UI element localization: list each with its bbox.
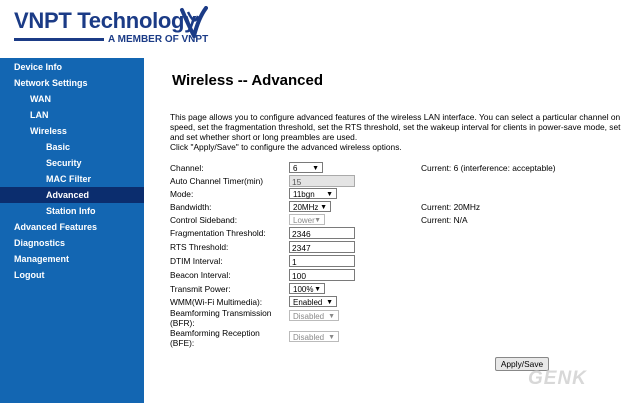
chevron-down-icon: ▼ xyxy=(314,286,321,293)
sidebar-item-advanced[interactable]: Advanced xyxy=(0,187,144,203)
description-line: speed, set the fragmentation threshold, … xyxy=(170,122,621,132)
sidebar-item-network-settings[interactable]: Network Settings xyxy=(0,75,144,91)
main-content: Wireless -- Advanced This page allows yo… xyxy=(144,58,640,403)
brand-name: VNPT Technology xyxy=(14,8,197,33)
chevron-down-icon: ▼ xyxy=(320,204,327,211)
fragmentation-threshold-input[interactable]: 2346 xyxy=(289,227,355,239)
dtim-interval-label: DTIM Interval: xyxy=(170,256,223,266)
sidebar-item-basic[interactable]: Basic xyxy=(0,139,144,155)
control-sideband-select[interactable]: Lower ▼ xyxy=(289,214,325,225)
chevron-down-icon: ▼ xyxy=(314,217,321,224)
control-sideband-label: Control Sideband: xyxy=(170,215,238,225)
bfr-label-line2: (BFR): xyxy=(170,318,195,328)
sidebar: Device Info Network Settings WAN LAN Wir… xyxy=(0,58,144,403)
page-description: This page allows you to configure advanc… xyxy=(170,112,640,152)
description-line: This page allows you to configure advanc… xyxy=(170,112,621,122)
bandwidth-label: Bandwidth: xyxy=(170,202,212,212)
bfe-label-line1: Beamforming Reception xyxy=(170,328,260,338)
rts-threshold-input[interactable]: 2347 xyxy=(289,241,355,253)
brand-underline xyxy=(14,38,104,41)
chevron-down-icon: ▼ xyxy=(328,313,335,320)
bandwidth-select[interactable]: 20MHz ▼ xyxy=(289,201,331,212)
mode-select[interactable]: 11bgn ▼ xyxy=(289,188,337,199)
mode-label: Mode: xyxy=(170,189,194,199)
transmit-power-label: Transmit Power: xyxy=(170,284,231,294)
sidebar-item-advanced-features[interactable]: Advanced Features xyxy=(0,219,144,235)
bandwidth-current: Current: 20MHz xyxy=(421,202,481,212)
channel-label: Channel: xyxy=(170,163,204,173)
sidebar-item-wan[interactable]: WAN xyxy=(0,91,144,107)
vnpt-logo-icon xyxy=(180,6,208,38)
transmit-power-select[interactable]: 100% ▼ xyxy=(289,283,325,294)
header: VNPT Technology A MEMBER OF VNPT xyxy=(0,0,640,58)
channel-select[interactable]: 6 ▼ xyxy=(289,162,323,173)
auto-channel-timer-label: Auto Channel Timer(min) xyxy=(170,176,264,186)
bfr-label-line1: Beamforming Transmission xyxy=(170,308,272,318)
sidebar-item-wireless[interactable]: Wireless xyxy=(0,123,144,139)
fragmentation-threshold-label: Fragmentation Threshold: xyxy=(170,228,266,238)
rts-threshold-label: RTS Threshold: xyxy=(170,242,229,252)
control-sideband-current: Current: N/A xyxy=(421,215,468,225)
watermark: GENK xyxy=(528,368,587,389)
bfr-select[interactable]: Disabled ▼ xyxy=(289,310,339,321)
auto-channel-timer-input[interactable]: 15 xyxy=(289,175,355,187)
description-line: and set whether short or long preambles … xyxy=(170,132,358,142)
sidebar-item-security[interactable]: Security xyxy=(0,155,144,171)
sidebar-item-diagnostics[interactable]: Diagnostics xyxy=(0,235,144,251)
description-line: Click "Apply/Save" to configure the adva… xyxy=(170,142,402,152)
sidebar-item-management[interactable]: Management xyxy=(0,251,144,267)
chevron-down-icon: ▼ xyxy=(326,191,333,198)
sidebar-item-lan[interactable]: LAN xyxy=(0,107,144,123)
bfe-select[interactable]: Disabled ▼ xyxy=(289,331,339,342)
bfe-label-line2: (BFE): xyxy=(170,338,195,348)
sidebar-item-mac-filter[interactable]: MAC Filter xyxy=(0,171,144,187)
channel-current: Current: 6 (interference: acceptable) xyxy=(421,163,556,173)
wmm-label: WMM(Wi-Fi Multimedia): xyxy=(170,297,263,307)
dtim-interval-input[interactable]: 1 xyxy=(289,255,355,267)
chevron-down-icon: ▼ xyxy=(326,299,333,306)
sidebar-item-device-info[interactable]: Device Info xyxy=(0,59,144,75)
chevron-down-icon: ▼ xyxy=(312,165,319,172)
sidebar-item-station-info[interactable]: Station Info xyxy=(0,203,144,219)
beacon-interval-input[interactable]: 100 xyxy=(289,269,355,281)
page-title: Wireless -- Advanced xyxy=(172,72,324,89)
chevron-down-icon: ▼ xyxy=(328,334,335,341)
wmm-select[interactable]: Enabled ▼ xyxy=(289,296,337,307)
beacon-interval-label: Beacon Interval: xyxy=(170,270,231,280)
sidebar-item-logout[interactable]: Logout xyxy=(0,267,144,283)
